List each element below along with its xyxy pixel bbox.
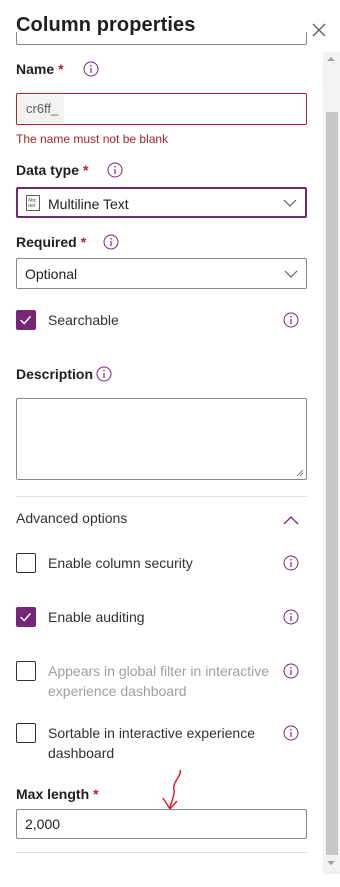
name-error-message: The name must not be blank (16, 132, 169, 146)
info-icon[interactable] (83, 61, 99, 77)
data-type-selected: Multiline Text (48, 196, 129, 212)
max-length-label-text: Max length (16, 786, 90, 802)
info-icon[interactable] (283, 663, 299, 679)
chevron-down-icon (283, 199, 297, 207)
data-type-dropdown[interactable]: Abc def Multiline Text (16, 187, 307, 218)
divider (16, 852, 307, 853)
info-icon[interactable] (283, 555, 299, 571)
info-icon[interactable] (283, 312, 299, 328)
hand-drawn-arrow-annotation (162, 769, 181, 811)
chevron-down-icon (284, 270, 298, 278)
data-type-label: Data type * (16, 162, 88, 178)
column-properties-panel: Column properties Name * cr6ff_ The name … (0, 0, 340, 887)
max-length-label: Max length * (16, 786, 99, 802)
info-icon[interactable] (107, 162, 123, 178)
scroll-down-arrow-icon[interactable] (326, 858, 336, 868)
required-dropdown[interactable]: Optional (16, 258, 307, 289)
divider (16, 496, 307, 497)
multiline-text-icon: Abc def (26, 195, 40, 211)
searchable-checkbox[interactable] (16, 310, 36, 330)
info-icon[interactable] (283, 725, 299, 741)
svg-text:Abc: Abc (28, 198, 37, 204)
sortable-label: Sortable in interactive experience dashb… (48, 725, 256, 761)
required-label: Required * (16, 234, 86, 250)
required-mark: * (93, 786, 99, 802)
checkmark-icon (20, 315, 32, 325)
resize-grip-icon[interactable] (296, 469, 304, 477)
required-mark: * (80, 234, 87, 250)
description-label: Description (16, 366, 94, 382)
sortable-checkbox[interactable] (16, 723, 36, 743)
info-icon[interactable] (283, 609, 299, 625)
max-length-input[interactable]: 2,000 (16, 809, 307, 839)
name-label-text: Name (16, 61, 55, 77)
name-label: Name * (16, 61, 64, 77)
checkmark-icon (20, 612, 32, 622)
max-length-value[interactable]: 2,000 (25, 816, 60, 832)
required-label-text: Required (16, 234, 77, 250)
required-mark: * (83, 162, 89, 178)
close-icon[interactable] (309, 20, 329, 40)
required-selected: Optional (25, 266, 78, 282)
auditing-checkbox[interactable] (16, 607, 36, 627)
column-security-label: Enable column security (48, 555, 193, 571)
required-mark: * (58, 61, 64, 77)
data-type-label-text: Data type (16, 162, 80, 178)
global-filter-checkbox (16, 661, 36, 681)
name-field[interactable]: cr6ff_ (16, 93, 307, 125)
searchable-label: Searchable (48, 312, 119, 328)
info-icon[interactable] (103, 234, 119, 250)
scroll-up-arrow-icon[interactable] (326, 54, 336, 64)
info-icon[interactable] (96, 366, 112, 382)
auditing-label: Enable auditing (48, 609, 145, 625)
schema-prefix: cr6ff_ (18, 95, 65, 123)
advanced-options-header[interactable]: Advanced options (16, 510, 127, 526)
chevron-up-icon[interactable] (282, 514, 300, 526)
description-textarea[interactable] (16, 398, 307, 480)
panel-title: Column properties (16, 14, 196, 36)
global-filter-label: Appears in global filter in interactive … (48, 663, 270, 699)
svg-text:def: def (28, 203, 36, 209)
scrollbar-thumb[interactable] (326, 112, 338, 855)
column-security-checkbox[interactable] (16, 553, 36, 573)
